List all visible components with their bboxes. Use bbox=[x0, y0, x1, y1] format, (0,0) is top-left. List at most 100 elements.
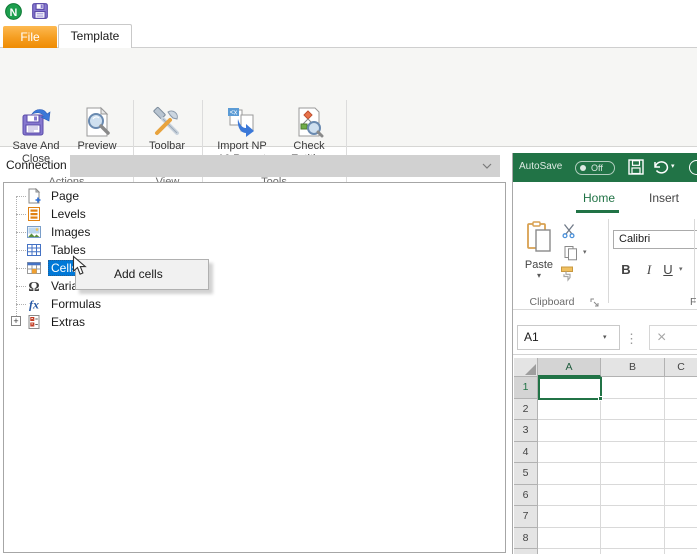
fill-handle[interactable] bbox=[598, 396, 603, 401]
menu-item-add-cells[interactable]: Add cells bbox=[76, 260, 208, 289]
quick-save-icon[interactable] bbox=[31, 2, 49, 20]
cell-B7[interactable] bbox=[601, 506, 665, 528]
row-header-5[interactable]: 5 bbox=[514, 463, 538, 485]
row-header-7[interactable]: 7 bbox=[514, 506, 538, 528]
underline-button[interactable]: U bbox=[659, 261, 677, 279]
import-report-icon: <x bbox=[228, 108, 254, 137]
column-header-B[interactable]: B bbox=[601, 358, 665, 377]
connection-label: Connection bbox=[6, 158, 67, 172]
cell-B8[interactable] bbox=[601, 527, 665, 549]
paste-dropdown-caret-icon[interactable]: ▾ bbox=[517, 271, 561, 280]
ribbon-separator bbox=[694, 219, 695, 303]
underline-dropdown-caret-icon[interactable]: ▾ bbox=[679, 265, 683, 273]
cell-B9[interactable] bbox=[601, 549, 665, 554]
active-tab-underline bbox=[576, 210, 619, 213]
grid-row-5: 5 bbox=[514, 463, 697, 485]
column-header-C[interactable]: C bbox=[665, 358, 697, 377]
dialog-launcher-icon[interactable] bbox=[590, 298, 600, 308]
tree-connector bbox=[16, 268, 26, 269]
excel-tab-insert[interactable]: Insert bbox=[640, 187, 688, 209]
row-header-4[interactable]: 4 bbox=[514, 441, 538, 463]
cell-A8[interactable] bbox=[538, 527, 601, 549]
row-header-1[interactable]: 1 bbox=[514, 377, 538, 399]
cell-C7[interactable] bbox=[665, 506, 697, 528]
cell-A5[interactable] bbox=[538, 463, 601, 485]
row-header-9[interactable]: 9 bbox=[514, 549, 538, 554]
tree-item-page[interactable]: Page bbox=[4, 187, 304, 205]
column-header-A[interactable]: A bbox=[538, 358, 601, 377]
svg-text:Ω: Ω bbox=[28, 280, 39, 294]
undo-dropdown-caret-icon[interactable]: ▾ bbox=[671, 162, 675, 170]
redo-icon[interactable] bbox=[689, 160, 697, 175]
button-label: Preview bbox=[77, 140, 117, 152]
svg-text:<x: <x bbox=[230, 110, 238, 117]
variables-icon: Ω bbox=[26, 278, 42, 295]
tree-item-extras[interactable]: + Extras bbox=[4, 313, 304, 331]
cell-C3[interactable] bbox=[665, 420, 697, 442]
undo-icon[interactable] bbox=[652, 160, 669, 174]
cell-A7[interactable] bbox=[538, 506, 601, 528]
tree-connector bbox=[16, 196, 26, 197]
cell-C1[interactable] bbox=[665, 377, 697, 399]
cell-B3[interactable] bbox=[601, 420, 665, 442]
cell-A6[interactable] bbox=[538, 484, 601, 506]
cell-B2[interactable] bbox=[601, 398, 665, 420]
tree-item-tables[interactable]: Tables bbox=[4, 241, 304, 259]
row-header-3[interactable]: 3 bbox=[514, 420, 538, 442]
cell-C5[interactable] bbox=[665, 463, 697, 485]
tab-file[interactable]: File bbox=[3, 26, 57, 48]
tree-item-label: Page bbox=[51, 189, 80, 203]
format-painter-icon[interactable] bbox=[559, 265, 576, 282]
cell-A3[interactable] bbox=[538, 420, 601, 442]
tree-item-formulas[interactable]: fx Formulas bbox=[4, 295, 304, 313]
select-all-button[interactable] bbox=[514, 358, 538, 377]
autosave-label: AutoSave bbox=[519, 161, 563, 172]
tree-connector bbox=[16, 286, 26, 287]
cell-B5[interactable] bbox=[601, 463, 665, 485]
cell-A2[interactable] bbox=[538, 398, 601, 420]
copy-dropdown-caret-icon[interactable]: ▾ bbox=[583, 248, 587, 256]
formula-input[interactable]: × bbox=[649, 325, 697, 350]
autosave-state: Off bbox=[591, 163, 603, 173]
cell-C6[interactable] bbox=[665, 484, 697, 506]
save-icon[interactable] bbox=[627, 158, 645, 176]
formula-bar-grip-icon[interactable]: ⋮ bbox=[625, 331, 638, 347]
cell-A4[interactable] bbox=[538, 441, 601, 463]
tree-connector bbox=[16, 232, 26, 233]
cancel-icon[interactable]: × bbox=[657, 326, 666, 349]
row-header-6[interactable]: 6 bbox=[514, 484, 538, 506]
autosave-toggle[interactable]: Off bbox=[575, 161, 615, 175]
copy-icon[interactable] bbox=[563, 245, 579, 261]
excel-tab-home[interactable]: Home bbox=[575, 187, 623, 209]
tree-connector bbox=[16, 214, 26, 215]
app-logo-icon: N bbox=[5, 3, 22, 20]
chevron-down-icon bbox=[482, 163, 492, 169]
cell-C9[interactable] bbox=[665, 549, 697, 554]
cut-icon[interactable] bbox=[561, 223, 577, 239]
images-icon bbox=[26, 224, 42, 240]
cell-B6[interactable] bbox=[601, 484, 665, 506]
cell-B4[interactable] bbox=[601, 441, 665, 463]
bold-button[interactable]: B bbox=[617, 261, 635, 279]
connection-select[interactable] bbox=[70, 155, 500, 177]
paste-button[interactable]: Paste ▾ bbox=[517, 219, 561, 281]
cell-A9[interactable] bbox=[538, 549, 601, 554]
name-box-caret-icon[interactable]: ▾ bbox=[603, 333, 607, 341]
cell-C8[interactable] bbox=[665, 527, 697, 549]
row-header-8[interactable]: 8 bbox=[514, 527, 538, 549]
clipboard-paste-icon bbox=[527, 221, 551, 252]
toolbar-icon bbox=[153, 106, 179, 135]
tree-item-levels[interactable]: Levels bbox=[4, 205, 304, 223]
italic-button[interactable]: I bbox=[640, 261, 658, 279]
ribbon-separator bbox=[608, 219, 609, 303]
row-header-2[interactable]: 2 bbox=[514, 398, 538, 420]
cell-C2[interactable] bbox=[665, 398, 697, 420]
cell-B1[interactable] bbox=[601, 377, 665, 399]
button-label: Import NP bbox=[217, 140, 267, 152]
expand-toggle-icon[interactable]: + bbox=[11, 316, 21, 326]
tab-template[interactable]: Template bbox=[58, 24, 132, 48]
font-name-select[interactable]: Calibri bbox=[613, 230, 697, 249]
cell-A1[interactable] bbox=[538, 377, 601, 399]
cell-C4[interactable] bbox=[665, 441, 697, 463]
tree-item-images[interactable]: Images bbox=[4, 223, 304, 241]
